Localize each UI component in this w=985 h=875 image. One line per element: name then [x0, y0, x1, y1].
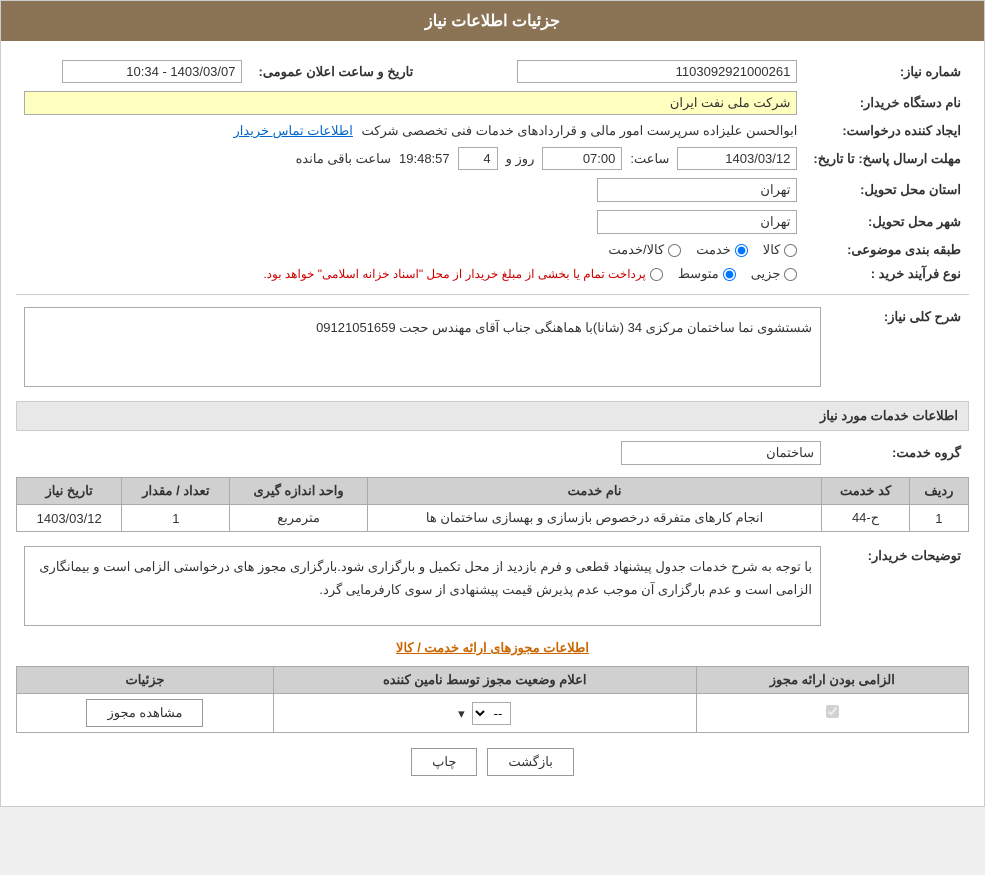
page-header: جزئیات اطلاعات نیاز: [1, 1, 984, 41]
city-value: تهران: [597, 210, 797, 234]
radio-khedmat[interactable]: خدمت: [696, 242, 748, 258]
remaining-time-value: 19:48:57: [399, 151, 450, 166]
radio-kala[interactable]: کالا: [763, 242, 798, 258]
announce-datetime-label: تاریخ و ساعت اعلان عمومی:: [250, 56, 421, 87]
license-required-cell: [696, 694, 968, 733]
buyer-org-value: شرکت ملی نفت ایران: [24, 91, 797, 115]
license-row: -- ▾ مشاهده مجوز: [17, 694, 969, 733]
page-title: جزئیات اطلاعات نیاز: [425, 13, 560, 30]
cell-date: 1403/03/12: [17, 505, 122, 532]
province-label: استان محل تحویل:: [805, 174, 969, 206]
days-value: 4: [458, 147, 498, 170]
cell-name: انجام کارهای متفرقه درخصوص بازسازی و بهس…: [367, 505, 821, 532]
services-table: ردیف کد خدمت نام خدمت واحد اندازه گیری ت…: [16, 477, 969, 532]
table-row: 1 ح-44 انجام کارهای متفرقه درخصوص بازساز…: [17, 505, 969, 532]
license-section-link[interactable]: اطلاعات مجوزهای ارائه خدمت / کالا: [16, 640, 969, 656]
cell-code: ح-44: [822, 505, 910, 532]
radio-esnad[interactable]: پرداخت تمام یا بخشی از مبلغ خریدار از مح…: [263, 267, 663, 281]
col-license-required: الزامی بودن ارائه مجوز: [696, 667, 968, 694]
need-number-value: 1103092921000261: [517, 60, 797, 83]
requester-value: ابوالحسن علیزاده سرپرست امور مالی و قرار…: [362, 123, 798, 138]
radio-khedmat-input[interactable]: [735, 244, 748, 257]
time-label: ساعت:: [630, 151, 669, 167]
col-row: ردیف: [909, 478, 968, 505]
radio-kala-input[interactable]: [784, 244, 797, 257]
license-table: الزامی بودن ارائه مجوز اعلام وضعیت مجوز …: [16, 666, 969, 733]
service-group-label: گروه خدمت:: [829, 437, 969, 469]
col-license-status: اعلام وضعیت مجوز توسط نامین کننده: [273, 667, 696, 694]
radio-kala-label: کالا: [763, 242, 781, 258]
general-desc-label: شرح کلی نیاز:: [829, 303, 969, 391]
radio-motevaset-input[interactable]: [723, 268, 736, 281]
buyer-notes-label: توضیحات خریدار:: [829, 542, 969, 630]
province-value: تهران: [597, 178, 797, 202]
license-required-checkbox: [826, 705, 839, 718]
col-license-details: جزئیات: [17, 667, 274, 694]
buyer-org-label: نام دستگاه خریدار:: [805, 87, 969, 119]
city-label: شهر محل تحویل:: [805, 206, 969, 238]
license-status-cell[interactable]: -- ▾: [273, 694, 696, 733]
col-code: کد خدمت: [822, 478, 910, 505]
license-details-cell: مشاهده مجوز: [17, 694, 274, 733]
radio-kala-khedmat-input[interactable]: [668, 244, 681, 257]
col-date: تاریخ نیاز: [17, 478, 122, 505]
footer-buttons: بازگشت چاپ: [16, 748, 969, 776]
general-desc-value: شستشوی نما ساختمان مرکزی 34 (شانا)با هما…: [24, 307, 821, 387]
radio-kala-khedmat[interactable]: کالا/خدمت: [608, 242, 681, 258]
radio-motevaset[interactable]: متوسط: [678, 266, 736, 282]
response-date-value: 1403/03/12: [677, 147, 797, 170]
cell-unit: مترمربع: [230, 505, 367, 532]
radio-jozi[interactable]: جزیی: [751, 266, 798, 282]
radio-jozi-input[interactable]: [784, 268, 797, 281]
requester-label: ایجاد کننده درخواست:: [805, 119, 969, 143]
chevron-down-icon: ▾: [458, 706, 465, 721]
days-label: روز و: [506, 151, 535, 167]
service-group-value: ساختمان: [621, 441, 821, 465]
need-number-label: شماره نیاز:: [805, 56, 969, 87]
radio-esnad-label: پرداخت تمام یا بخشی از مبلغ خریدار از مح…: [263, 267, 646, 281]
radio-khedmat-label: خدمت: [696, 242, 731, 258]
cell-row: 1: [909, 505, 968, 532]
back-button[interactable]: بازگشت: [487, 748, 573, 776]
remaining-label: ساعت باقی مانده: [296, 151, 391, 167]
response-deadline-label: مهلت ارسال پاسخ: تا تاریخ:: [805, 143, 969, 174]
license-status-select[interactable]: --: [472, 702, 511, 725]
announce-datetime-value: 1403/03/07 - 10:34: [62, 60, 242, 83]
col-qty: تعداد / مقدار: [122, 478, 230, 505]
radio-esnad-input[interactable]: [650, 268, 663, 281]
purchase-type-label: نوع فرآیند خرید :: [805, 262, 969, 286]
radio-motevaset-label: متوسط: [678, 266, 719, 282]
radio-jozi-label: جزیی: [751, 266, 781, 282]
print-button[interactable]: چاپ: [411, 748, 477, 776]
radio-kala-khedmat-label: کالا/خدمت: [608, 242, 664, 258]
services-section-title: اطلاعات خدمات مورد نیاز: [16, 401, 969, 431]
cell-qty: 1: [122, 505, 230, 532]
requester-contact-link[interactable]: اطلاعات تماس خریدار: [233, 123, 352, 138]
subject-label: طبقه بندی موضوعی:: [805, 238, 969, 262]
response-time-value: 07:00: [542, 147, 622, 170]
buyer-notes-value: با توجه به شرح خدمات جدول پیشنهاد قطعی و…: [24, 546, 821, 626]
col-unit: واحد اندازه گیری: [230, 478, 367, 505]
col-name: نام خدمت: [367, 478, 821, 505]
view-license-button[interactable]: مشاهده مجوز: [86, 699, 203, 727]
